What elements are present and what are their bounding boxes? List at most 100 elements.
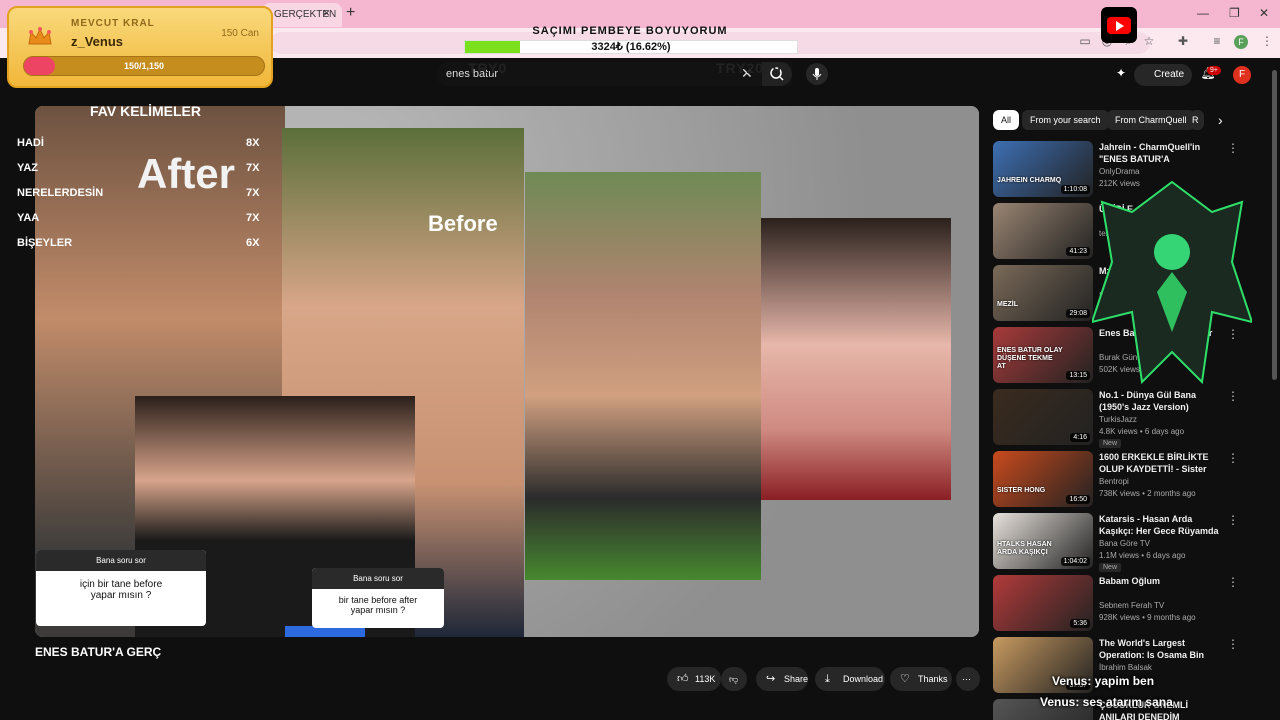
video-title-link[interactable]: No.1 - Dünya Gül Bana (1950's Jazz Versi… xyxy=(1099,389,1224,413)
video-thumbnail[interactable]: 5:36 xyxy=(993,575,1093,631)
thumbs-down-icon: 👎︎ xyxy=(729,674,739,684)
king-name: z_Venus xyxy=(71,34,124,49)
video-menu-icon[interactable]: ⋮ xyxy=(1227,141,1239,155)
video-title-link[interactable]: Katarsis - Hasan Arda Kaşıkçı: Her Gece … xyxy=(1099,513,1224,537)
video-thumbnail[interactable]: SISTER HONG 16:50 xyxy=(993,451,1093,507)
voice-search-button[interactable] xyxy=(806,63,828,85)
channel-name[interactable]: İbrahim Balsak xyxy=(1099,663,1152,672)
video-duration: 13:15 xyxy=(1066,371,1090,380)
create-button[interactable]: Create xyxy=(1134,64,1192,86)
browser-menu-icon[interactable]: ⋮ xyxy=(1258,34,1276,52)
fav-keywords-title: FAV KELİMELER xyxy=(90,103,201,119)
video-menu-icon[interactable]: ⋮ xyxy=(1227,637,1239,651)
chip-from-search[interactable]: From your search xyxy=(1022,110,1109,130)
tab-close-button[interactable]: × xyxy=(323,6,330,20)
keyword-count: 8X xyxy=(246,137,260,149)
cast-icon[interactable]: ▭ xyxy=(1076,34,1094,52)
thumbnail-text: HTALKS HASAN ARDA KAŞIKÇI xyxy=(997,541,1052,556)
thumbs-up-icon: 👍︎ xyxy=(677,673,689,685)
new-badge: New xyxy=(1099,439,1122,448)
photo-field xyxy=(525,172,761,580)
video-title-link[interactable]: 1600 ERKEKLE BİRLİKTE OLUP KAYDETTİ! - S… xyxy=(1099,451,1224,475)
chip-from-channel[interactable]: From CharmQuell xyxy=(1107,110,1195,130)
minimize-button[interactable]: — xyxy=(1197,6,1209,20)
keyword-count: 7X xyxy=(246,187,260,199)
video-meta: 928K views • 9 months ago xyxy=(1099,613,1196,622)
keyword-count: 7X xyxy=(246,212,260,224)
more-icon: ⋯ xyxy=(962,674,971,684)
video-thumbnail[interactable]: 4:16 xyxy=(993,389,1093,445)
chip-all[interactable]: All xyxy=(993,110,1020,130)
bookmark-star-icon[interactable]: ☆ xyxy=(1140,34,1158,52)
question-card-text: için bir tane before yapar mısın ? xyxy=(79,579,163,601)
keyword-count: 6X xyxy=(246,237,260,249)
video-title-link[interactable]: The World's Largest Operation: Is Osama … xyxy=(1099,637,1224,661)
thumbnail-text: SISTER HONG xyxy=(997,487,1046,494)
channel-name[interactable]: Bana Göre TV xyxy=(1099,539,1150,548)
king-label: MEVCUT KRAL xyxy=(71,18,155,29)
mascot-overlay-icon xyxy=(1092,180,1252,385)
overlay-ghost-right: TRY20000 xyxy=(716,60,791,76)
thumbnail-text: ENES BATUR OLAY DÜŞENE TEKME AT xyxy=(997,347,1063,370)
video-thumbnail[interactable]: JAHREIN CHARMQ 1:10:08 xyxy=(993,141,1093,197)
thanks-button[interactable]: ♡ Thanks xyxy=(890,667,952,691)
stream-goal-text: 3324₺ (16.62%) xyxy=(591,41,671,53)
keyword-label: YAA xyxy=(17,212,40,224)
chat-message: Venus: yapim ben xyxy=(1052,674,1155,688)
keyword-count: 7X xyxy=(246,162,260,174)
keyword-label: YAZ xyxy=(17,162,38,174)
youtube-logo-icon xyxy=(1101,7,1137,43)
video-menu-icon[interactable]: ⋮ xyxy=(1227,575,1239,589)
extensions-icon[interactable]: ✚ xyxy=(1174,34,1192,52)
stream-goal-bar: 3324₺ (16.62%) xyxy=(464,40,798,54)
chip-more[interactable]: R xyxy=(1190,110,1204,130)
video-duration: 4:16 xyxy=(1070,433,1090,442)
new-tab-button[interactable]: + xyxy=(346,4,355,22)
video-menu-icon[interactable]: ⋮ xyxy=(1227,451,1239,465)
question-card-header: Bana soru sor xyxy=(36,550,206,571)
notification-badge: 9+ xyxy=(1207,66,1221,75)
thumbnail-text: MEZİL xyxy=(997,301,1018,308)
video-title-link[interactable]: Jahrein - CharmQuell'in "ENES BATUR'A GE… xyxy=(1099,141,1224,165)
keyword-label: HADİ xyxy=(17,137,44,149)
download-icon: ⤓ xyxy=(825,673,830,685)
dislike-button[interactable]: 👎︎ xyxy=(721,667,747,691)
close-window-button[interactable]: ✕ xyxy=(1259,6,1269,20)
create-clip-icon[interactable]: ✦ xyxy=(1112,66,1130,84)
chips-next-icon[interactable]: › xyxy=(1210,110,1231,130)
video-duration: 5:36 xyxy=(1070,619,1090,628)
more-actions-button[interactable]: ⋯ xyxy=(956,667,980,691)
after-label: After xyxy=(137,150,236,197)
share-button[interactable]: ↪ Share xyxy=(756,667,808,691)
video-title-link[interactable]: Babam Oğlum xyxy=(1099,575,1224,587)
channel-name[interactable]: TurkisJazz xyxy=(1099,415,1137,424)
account-avatar[interactable]: F xyxy=(1233,66,1251,84)
channel-name[interactable]: Sebnem Ferah TV xyxy=(1099,601,1164,610)
media-controls-icon[interactable]: ≡ xyxy=(1208,34,1226,52)
video-thumbnail[interactable]: HTALKS HASAN ARDA KAŞIKÇI 1:04:02 xyxy=(993,513,1093,569)
king-card: MEVCUT KRAL z_Venus 150 Can 150/1,150 xyxy=(7,6,273,88)
browser-profile-avatar[interactable]: F xyxy=(1234,35,1248,49)
scrollbar[interactable] xyxy=(1272,70,1277,380)
thanks-icon: ♡ xyxy=(900,673,910,685)
download-button[interactable]: ⤓ Download xyxy=(815,667,885,691)
video-duration: 1:10:08 xyxy=(1060,185,1090,194)
king-progress-bar: 150/1,150 xyxy=(23,56,265,76)
video-thumbnail[interactable]: ENES BATUR OLAY DÜŞENE TEKME AT 13:15 xyxy=(993,327,1093,383)
like-button[interactable]: 👍︎ 113K xyxy=(667,667,721,691)
video-thumbnail[interactable]: MEZİL 29:08 xyxy=(993,265,1093,321)
chat-message: Venus: ses atarım sana xyxy=(1040,695,1173,709)
video-meta: 4.8K views • 6 days ago xyxy=(1099,427,1185,436)
keyword-label: NERELERDESİN xyxy=(17,187,104,199)
video-meta: 738K views • 2 months ago xyxy=(1099,489,1196,498)
channel-name[interactable]: Bentropi xyxy=(1099,477,1129,486)
download-label: Download xyxy=(843,674,884,684)
maximize-button[interactable]: ❐ xyxy=(1229,6,1240,20)
share-icon: ↪ xyxy=(766,673,776,685)
video-thumbnail[interactable]: 41:23 xyxy=(993,203,1093,259)
thanks-label: Thanks xyxy=(918,674,948,684)
question-card-header: Bana soru sor xyxy=(312,568,444,589)
king-progress-text: 150/1,150 xyxy=(123,61,165,71)
question-card-text: bir tane before after yapar mısın ? xyxy=(338,595,418,615)
video-menu-icon[interactable]: ⋮ xyxy=(1227,513,1239,527)
